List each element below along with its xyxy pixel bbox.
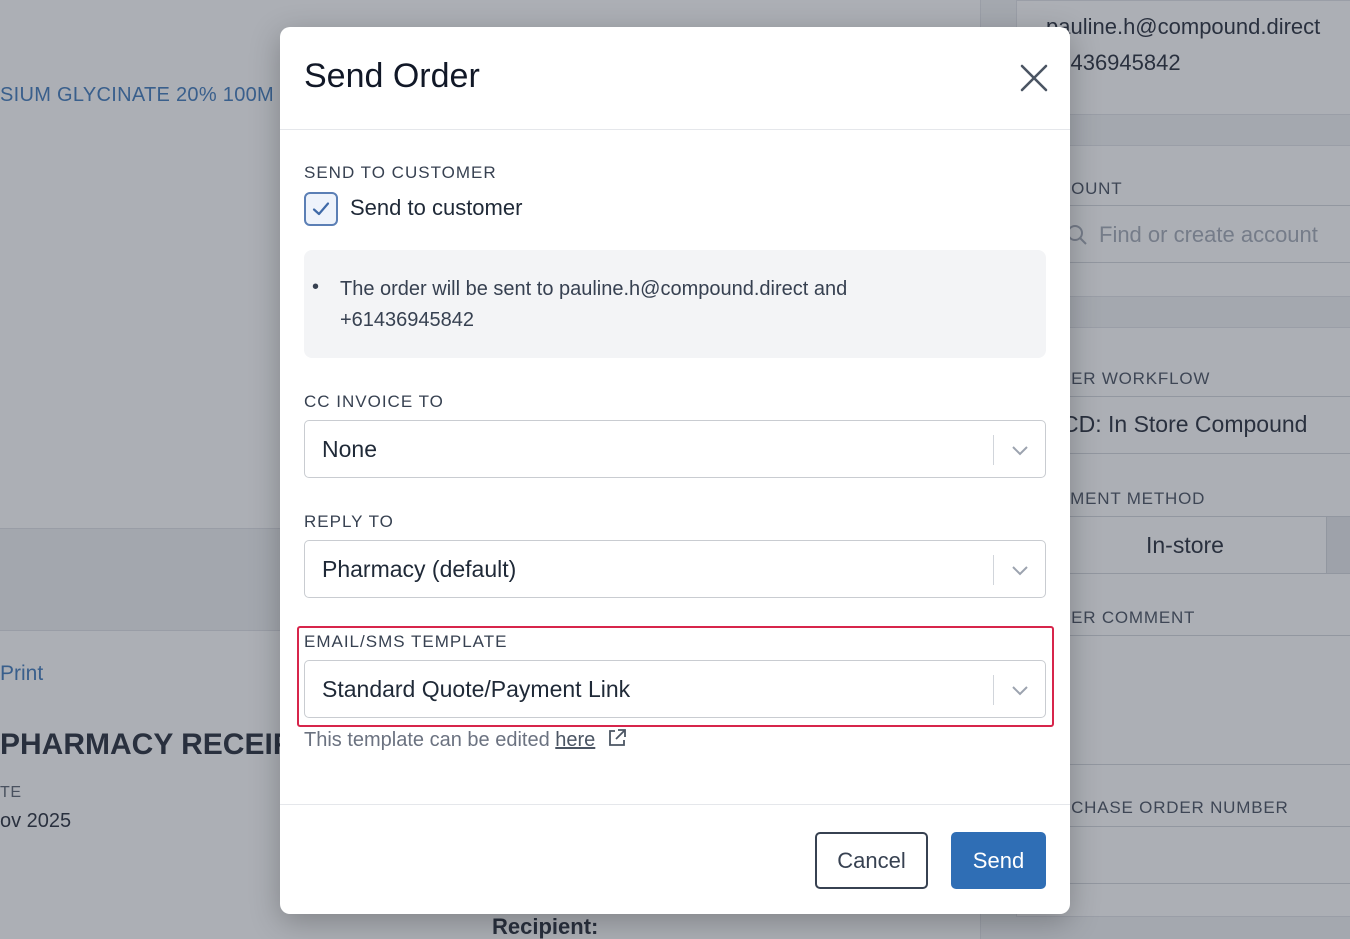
reply-to-value: Pharmacy (default)	[322, 556, 517, 582]
cc-invoice-label: CC INVOICE TO	[304, 392, 444, 411]
send-order-modal: Send Order SEND TO CUSTOMER Send to cust…	[280, 27, 1070, 914]
template-edit-link[interactable]: here	[555, 729, 595, 751]
check-icon	[312, 202, 330, 216]
send-to-customer-section-label: SEND TO CUSTOMER	[304, 163, 497, 182]
modal-header: Send Order	[280, 27, 1070, 130]
close-icon[interactable]	[1016, 60, 1052, 96]
modal-title: Send Order	[304, 57, 480, 95]
select-divider	[993, 675, 994, 705]
recipient-info-text: The order will be sent to pauline.h@comp…	[340, 278, 848, 331]
template-helper-text: This template can be edited	[304, 729, 550, 751]
send-to-customer-label[interactable]: Send to customer	[350, 195, 522, 221]
select-divider	[993, 435, 994, 465]
select-divider	[993, 555, 994, 585]
chevron-down-icon	[1012, 566, 1028, 576]
cc-invoice-value: None	[322, 436, 377, 462]
external-link-icon[interactable]	[607, 728, 627, 748]
template-helper: This template can be edited here	[304, 728, 627, 752]
reply-to-label: REPLY TO	[304, 512, 394, 531]
cc-invoice-select[interactable]: None	[304, 420, 1046, 478]
cancel-button[interactable]: Cancel	[815, 832, 928, 889]
modal-footer-divider	[280, 804, 1070, 805]
chevron-down-icon	[1012, 686, 1028, 696]
send-button[interactable]: Send	[951, 832, 1046, 889]
template-label: EMAIL/SMS TEMPLATE	[304, 632, 508, 651]
recipient-info-box: • The order will be sent to pauline.h@co…	[304, 250, 1046, 358]
send-to-customer-checkbox[interactable]	[304, 192, 338, 226]
reply-to-select[interactable]: Pharmacy (default)	[304, 540, 1046, 598]
template-select[interactable]: Standard Quote/Payment Link	[304, 660, 1046, 718]
template-value: Standard Quote/Payment Link	[322, 676, 631, 702]
bullet-icon: •	[312, 276, 320, 298]
chevron-down-icon	[1012, 446, 1028, 456]
